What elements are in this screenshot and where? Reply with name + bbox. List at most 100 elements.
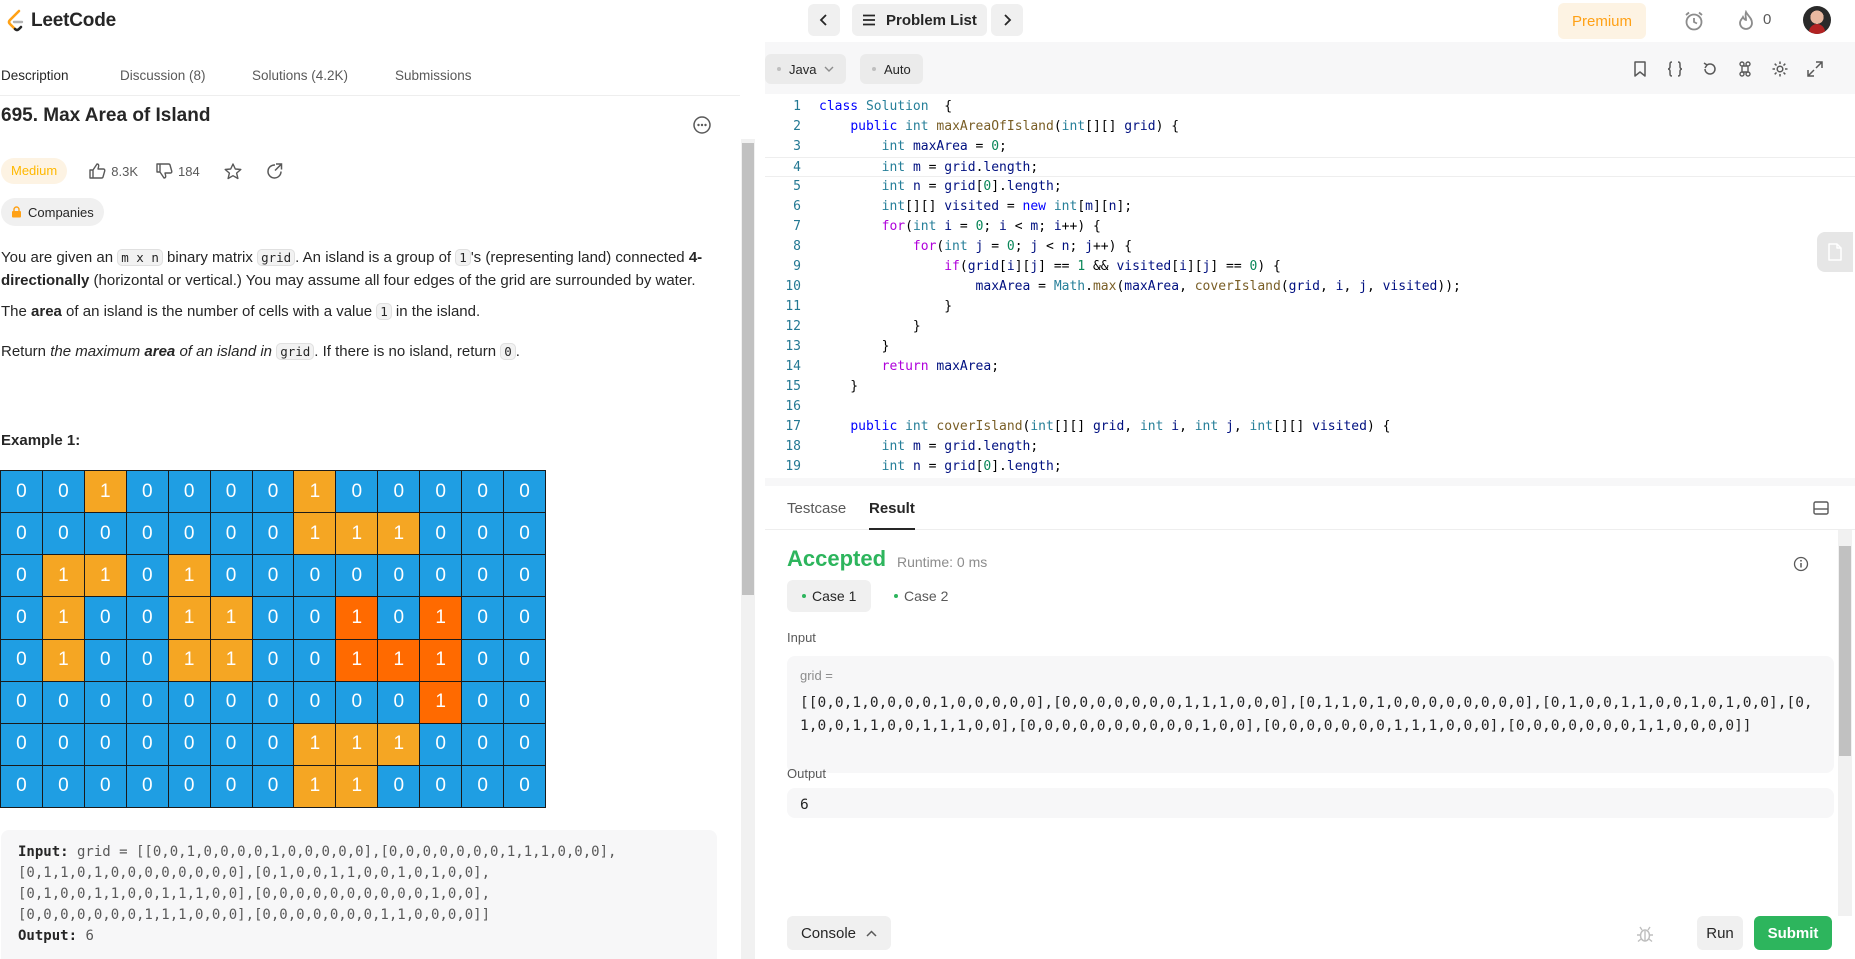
code-token: visited (1312, 419, 1367, 434)
code-text: } (819, 337, 890, 357)
code-line[interactable]: 12 } (765, 317, 1855, 337)
code-text: int maxArea = 0; (819, 137, 1007, 157)
code-token: < (1038, 239, 1062, 254)
side-note-button[interactable] (1817, 232, 1853, 272)
debug-bug-icon[interactable] (1635, 924, 1655, 944)
code-token: = (999, 199, 1023, 214)
code-line[interactable]: 15 } (765, 377, 1855, 397)
share-button[interactable] (266, 162, 283, 180)
grid-cell: 0 (1, 471, 42, 513)
line-number: 18 (785, 439, 801, 454)
expand-icon[interactable] (1806, 60, 1824, 78)
grid-cell: 0 (1, 513, 42, 555)
code-token: } (819, 299, 953, 314)
grid-cell: 0 (210, 513, 252, 555)
problem-paragraph-2: The area of an island is the number of c… (1, 300, 721, 323)
code-line[interactable]: 14 return maxArea; (765, 357, 1855, 377)
line-number: 3 (793, 139, 801, 154)
code-text: maxArea = Math.max(maxArea, coverIsland(… (819, 277, 1461, 297)
code-line[interactable]: 19 int n = grid[0].length; (765, 457, 1855, 477)
code-text: int[][] visited = new int[m][n]; (819, 197, 1133, 217)
layout-toggle-icon[interactable] (1813, 501, 1829, 515)
tab-result[interactable]: Result (869, 500, 915, 530)
user-avatar[interactable] (1803, 6, 1831, 34)
code-line[interactable]: 2 public int maxAreaOfIsland(int[][] gri… (765, 117, 1855, 137)
tab-solutions[interactable]: Solutions (4.2K) (252, 68, 348, 83)
grid-cell: 0 (504, 765, 545, 807)
grid-cell: 1 (378, 639, 420, 681)
settings-gear-icon[interactable] (1771, 60, 1789, 78)
tab-discussion[interactable]: Discussion (8) (120, 68, 206, 83)
code-line[interactable]: 17 public int coverIsland(int[][] grid, … (765, 417, 1855, 437)
code-line[interactable]: 4 int m = grid.length; (765, 157, 1855, 177)
language-select[interactable]: Java (765, 54, 847, 84)
code-token: m (912, 160, 921, 175)
bookmark-icon[interactable] (1631, 60, 1649, 78)
code-line[interactable]: 16 (765, 397, 1855, 417)
like-button[interactable]: 8.3K (89, 163, 138, 179)
problem-list-button[interactable]: Problem List (852, 4, 987, 36)
premium-button[interactable]: Premium (1558, 3, 1646, 39)
tab-submissions[interactable]: Submissions (395, 68, 472, 83)
output-box: 6 (787, 788, 1834, 818)
description-scrollbar[interactable] (741, 139, 755, 959)
grid-cell: 0 (84, 681, 126, 723)
companies-button[interactable]: Companies (1, 198, 104, 226)
info-icon[interactable] (1793, 556, 1809, 572)
code-line[interactable]: 18 int m = grid.length; (765, 437, 1855, 457)
grid-cell: 0 (42, 513, 84, 555)
tab-testcase[interactable]: Testcase (787, 500, 846, 517)
grid-cell: 1 (420, 681, 462, 723)
example-output-value: 6 (77, 928, 94, 944)
scrollbar-thumb[interactable] (1839, 546, 1851, 756)
code-line[interactable]: 5 int n = grid[0].length; (765, 177, 1855, 197)
prev-problem-button[interactable] (808, 4, 840, 36)
tab-description[interactable]: Description (1, 68, 69, 83)
code-line[interactable]: 13 } (765, 337, 1855, 357)
code-token: int (1053, 199, 1078, 214)
auto-mode-button[interactable]: Auto (860, 54, 923, 84)
run-button[interactable]: Run (1697, 916, 1743, 950)
code-token: int (881, 199, 906, 214)
code-token: = (920, 179, 945, 194)
dislike-button[interactable]: 184 (156, 163, 200, 179)
shortcuts-command-icon[interactable] (1736, 60, 1754, 78)
input-box: grid = [[0,0,1,0,0,0,0,1,0,0,0,0,0],[0,0… (787, 656, 1834, 773)
code-line[interactable]: 6 int[][] visited = new int[m][n]; (765, 197, 1855, 217)
grid-cell: 0 (84, 765, 126, 807)
more-options-icon[interactable] (692, 115, 712, 135)
code-line[interactable]: 7 for(int i = 0; i < m; i++) { (765, 217, 1855, 237)
code-editor[interactable]: 1 class Solution {2 public int maxAreaOfI… (765, 94, 1855, 478)
code-line[interactable]: 20 if(i < 0 || i >= m || j < 0 || j >= n… (765, 477, 1855, 478)
code-line[interactable]: 11 } (765, 297, 1855, 317)
grid-cell: 1 (210, 639, 252, 681)
next-problem-button[interactable] (991, 4, 1023, 36)
case-1-tab[interactable]: Case 1 (787, 580, 872, 612)
text-fragment: . (515, 343, 520, 360)
case-2-tab[interactable]: Case 2 (879, 580, 963, 612)
braces-format-icon[interactable] (1666, 60, 1684, 78)
code-token: ; (983, 219, 1000, 234)
favorite-button[interactable] (224, 162, 242, 180)
result-scrollbar[interactable] (1838, 530, 1852, 916)
code-line[interactable]: 10 maxArea = Math.max (maxArea, coverIsla… (765, 277, 1855, 297)
problem-paragraph-3: Return the maximum area of an island in … (1, 340, 721, 363)
scrollbar-thumb[interactable] (742, 143, 754, 595)
leetcode-logo[interactable]: LeetCode (6, 9, 116, 33)
reset-icon[interactable] (1701, 60, 1719, 78)
code-line[interactable]: 1 class Solution { (765, 97, 1855, 117)
flame-streak-icon[interactable] (1733, 8, 1759, 34)
code-line[interactable]: 8 for(int j = 0; j < n; j++) { (765, 237, 1855, 257)
line-number: 19 (785, 459, 801, 474)
code-token: 0 (1006, 239, 1015, 254)
grid-cell: 0 (126, 555, 168, 597)
code-token: n (912, 459, 921, 474)
submit-button[interactable]: Submit (1754, 916, 1832, 950)
alarm-clock-icon[interactable] (1681, 8, 1707, 34)
island-grid-image: 0010000100000000000011100001101000000000… (0, 470, 546, 808)
code-line[interactable]: 9 if(grid[i][j] == 1 && visited[i][j] ==… (765, 257, 1855, 277)
code-line[interactable]: 3 int maxArea = 0; (765, 137, 1855, 157)
example-input-text: grid = [[0,0,1,0,0,0,0,1,0,0,0,0,0],[0,0… (18, 844, 617, 923)
console-toggle-button[interactable]: Console (787, 916, 891, 950)
